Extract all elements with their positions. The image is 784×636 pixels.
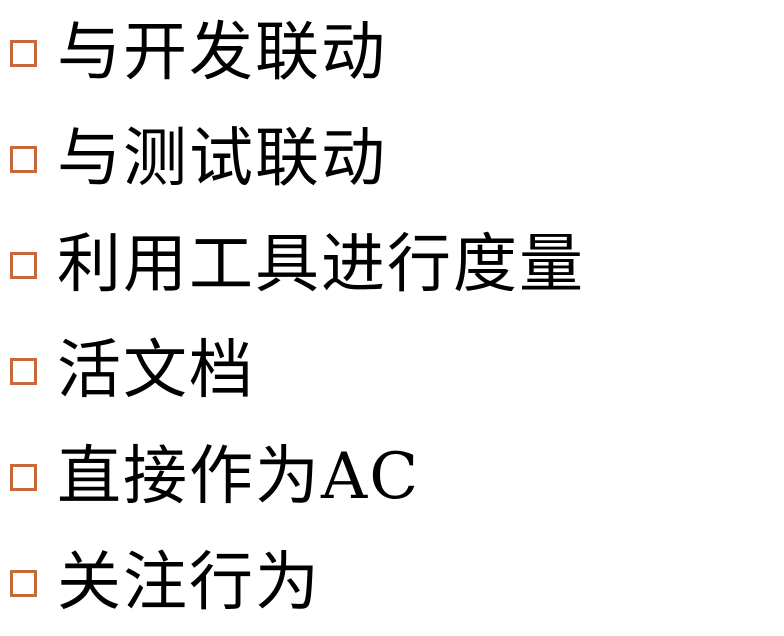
square-bullet-icon [10,39,37,67]
bullet-item: 直接作为AC [10,424,585,530]
slide: 与开发联动 与测试联动 利用工具进行度量 活文档 直接作为AC 关注行为 [0,0,784,634]
bullet-item: 关注行为 [10,530,585,636]
square-bullet-icon [10,251,37,279]
bullet-text: 与开发联动 [57,16,387,90]
square-bullet-icon [10,463,37,491]
bullet-text: 关注行为 [57,546,321,620]
bullet-list: 与开发联动 与测试联动 利用工具进行度量 活文档 直接作为AC 关注行为 [10,0,585,636]
square-bullet-icon [10,145,37,173]
bullet-item: 活文档 [10,318,585,424]
bullet-text: 活文档 [57,334,255,408]
square-bullet-icon [10,357,37,385]
bullet-item: 与开发联动 [10,0,585,106]
bullet-text: 直接作为AC [57,440,421,514]
square-bullet-icon [10,569,37,597]
bullet-text: 与测试联动 [57,122,387,196]
bullet-item: 利用工具进行度量 [10,212,585,318]
bullet-text: 利用工具进行度量 [57,228,585,302]
bullet-item: 与测试联动 [10,106,585,212]
